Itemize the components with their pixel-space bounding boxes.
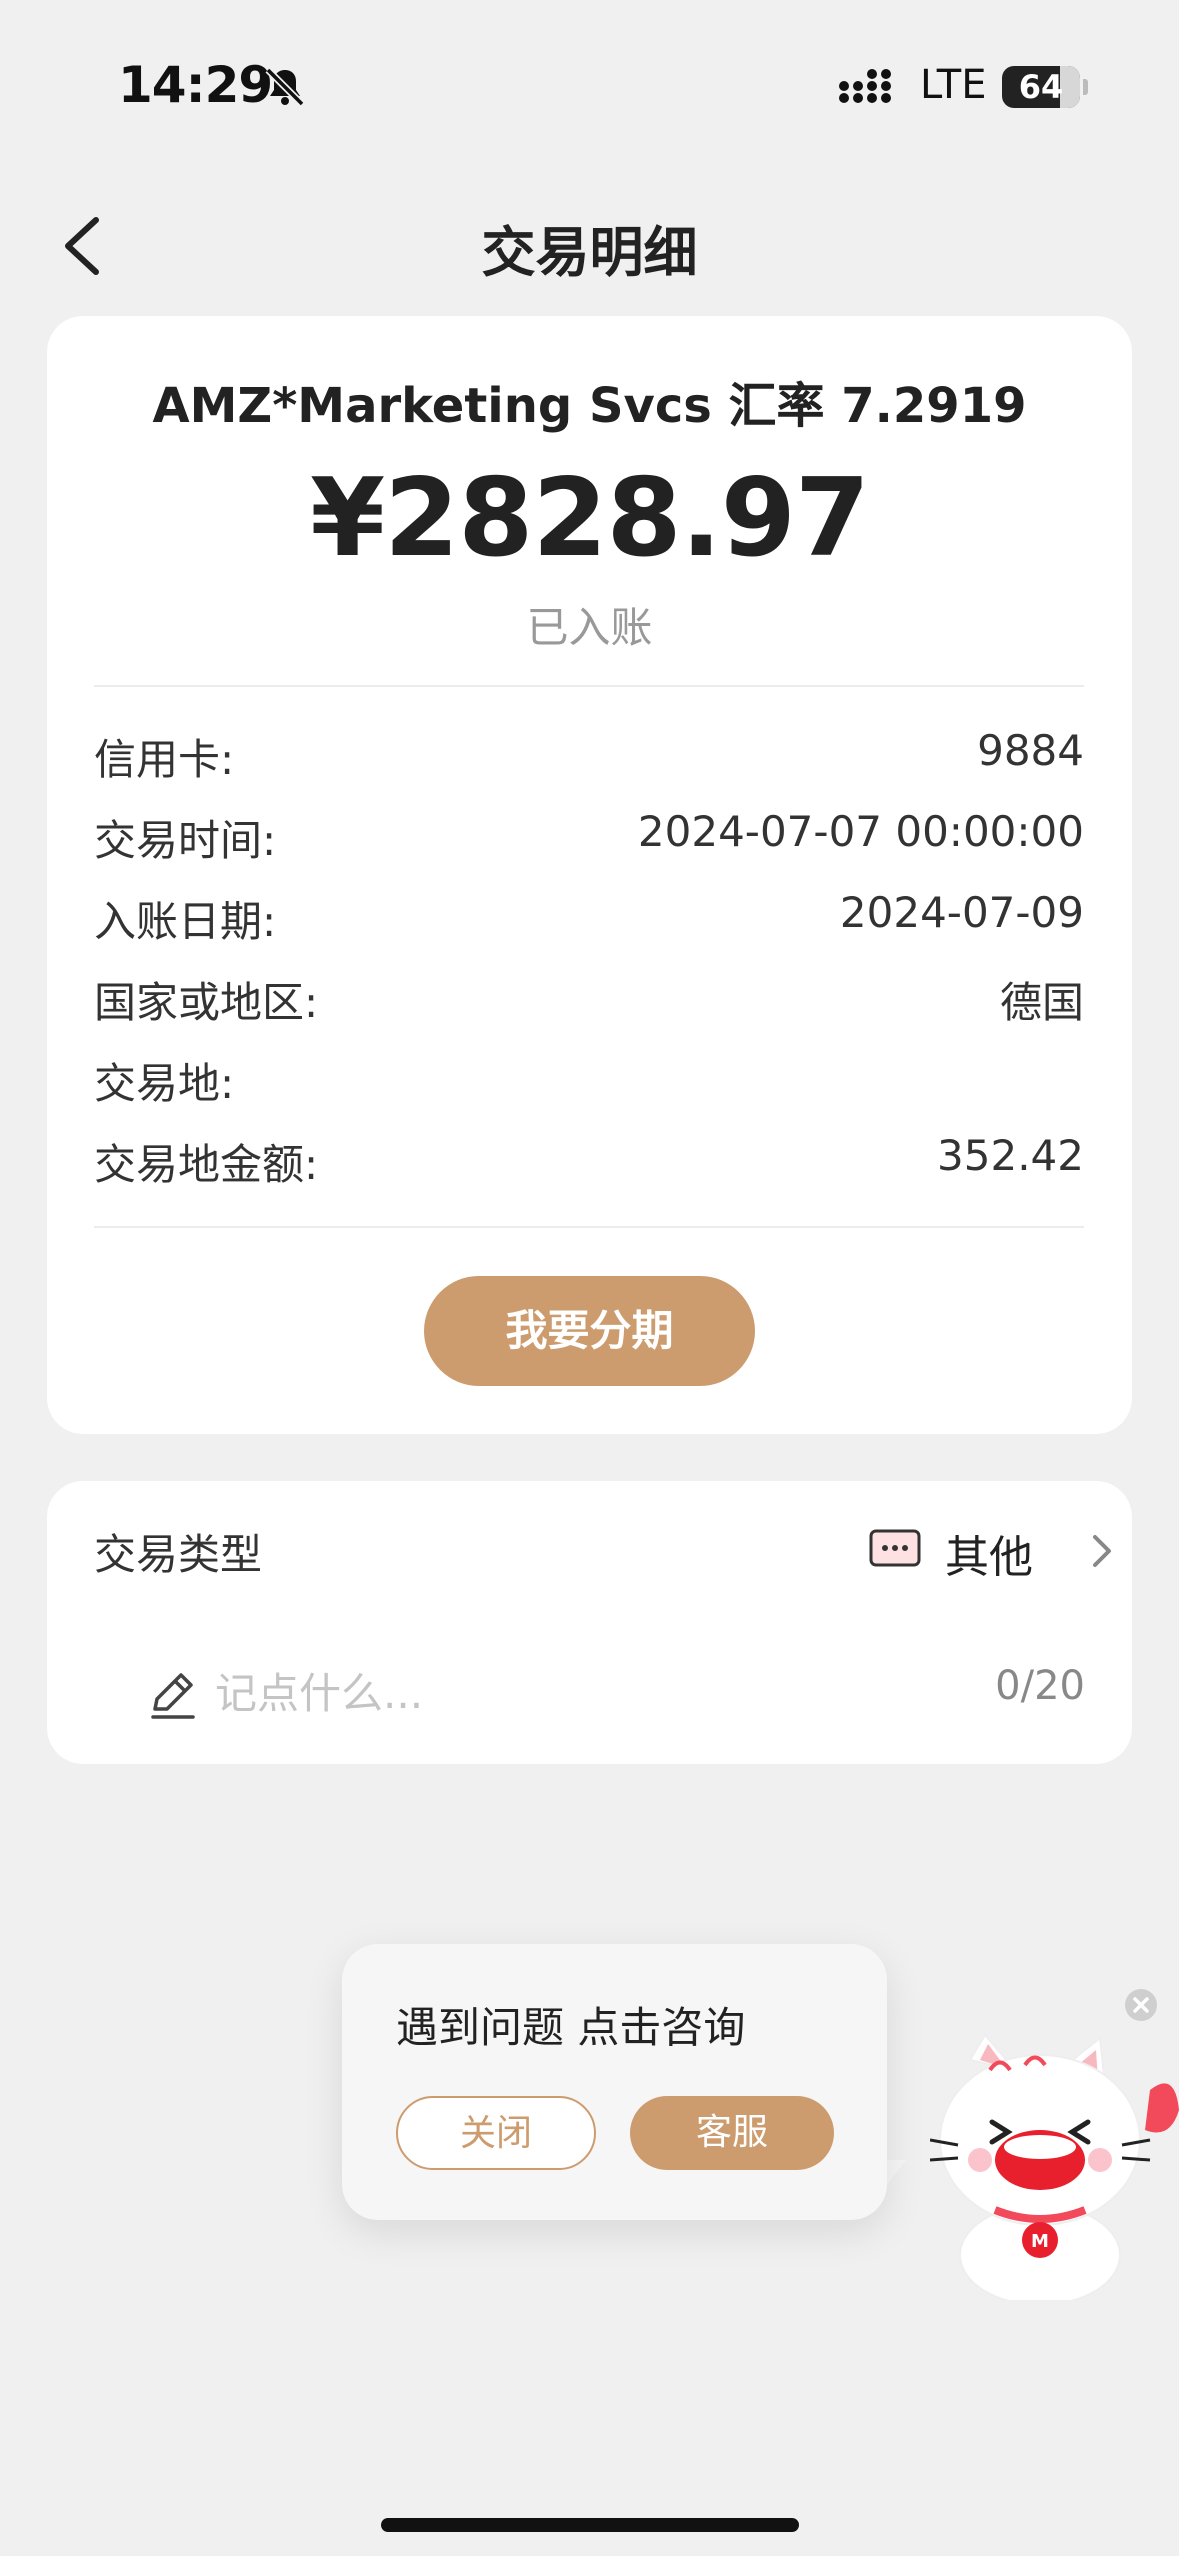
consult-popup-text: 遇到问题 点击咨询 <box>396 2003 746 2052</box>
network-label: LTE <box>920 62 987 108</box>
page-title: 交易明细 <box>481 221 698 284</box>
more-dots-icon[interactable] <box>869 1529 921 1567</box>
detail-label: 信用卡: <box>94 735 235 784</box>
svg-text:M: M <box>1031 2231 1049 2252</box>
merchant-line: AMZ*Marketing Svcs 汇率 7.2919 <box>152 378 1027 434</box>
battery-icon: 64 <box>1002 66 1088 108</box>
status-bar: 14:29 LTE 64 <box>0 0 1179 150</box>
detail-row-card: 信用卡: 9884 <box>94 726 1084 786</box>
installment-button[interactable]: 我要分期 <box>424 1276 755 1386</box>
detail-value: 德国 <box>999 978 1084 1027</box>
close-button[interactable]: 关闭 <box>396 2096 596 2170</box>
detail-value: 352.42 <box>937 1131 1084 1180</box>
transaction-type-value[interactable]: 其他 <box>945 1521 1033 1585</box>
detail-label: 交易时间: <box>94 816 277 865</box>
detail-row-country: 国家或地区: 德国 <box>94 969 1084 1029</box>
transaction-type-label: 交易类型 <box>94 1530 263 1579</box>
transaction-type-card: 交易类型 其他 0/20 <box>47 1481 1132 1764</box>
detail-label: 国家或地区: <box>94 978 319 1027</box>
detail-row-local-amount: 交易地金额: 352.42 <box>94 1131 1084 1191</box>
transaction-amount: ¥2828.97 <box>309 456 870 581</box>
divider <box>94 685 1084 687</box>
consult-popup: 遇到问题 点击咨询 关闭 客服 <box>342 1944 887 2220</box>
detail-value: 2024-07-09 <box>839 888 1084 937</box>
bell-muted-icon <box>265 67 305 107</box>
signal-icon <box>839 69 891 103</box>
pencil-icon <box>151 1673 195 1719</box>
detail-label: 入账日期: <box>94 897 277 946</box>
detail-value: 2024-07-07 00:00:00 <box>637 807 1084 856</box>
detail-value: 9884 <box>977 726 1084 775</box>
chevron-right-icon[interactable] <box>1087 1529 1117 1573</box>
note-input[interactable] <box>215 1661 935 1725</box>
detail-row-location: 交易地: <box>94 1050 1084 1110</box>
status-time: 14:29 <box>118 56 273 114</box>
battery-level: 64 <box>1018 68 1064 106</box>
posting-status: 已入账 <box>526 603 653 652</box>
divider <box>94 1226 1084 1228</box>
customer-service-button[interactable]: 客服 <box>630 2096 834 2170</box>
detail-label: 交易地: <box>94 1059 235 1108</box>
transaction-summary-card: AMZ*Marketing Svcs 汇率 7.2919 ¥2828.97 已入… <box>47 316 1132 1434</box>
home-indicator <box>381 2518 799 2532</box>
detail-row-post-date: 入账日期: 2024-07-09 <box>94 888 1084 948</box>
detail-row-time: 交易时间: 2024-07-07 00:00:00 <box>94 807 1084 867</box>
detail-label: 交易地金额: <box>94 1140 319 1189</box>
mascot-cat-icon[interactable]: M <box>930 2030 1179 2300</box>
close-icon[interactable] <box>1124 1988 1158 2022</box>
note-char-counter: 0/20 <box>995 1663 1085 1709</box>
